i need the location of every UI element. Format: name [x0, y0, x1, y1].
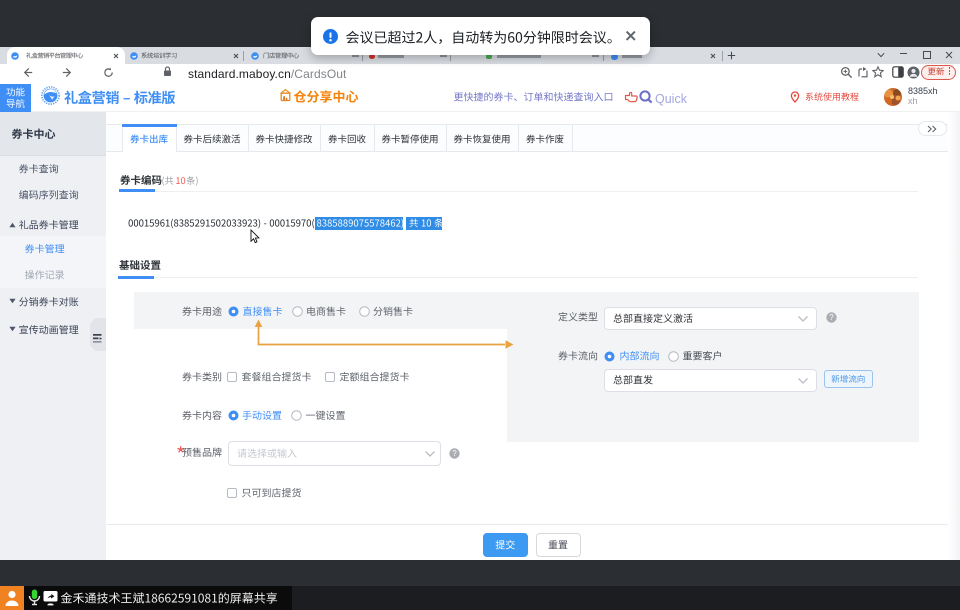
svg-text:?: ? [829, 313, 834, 322]
svg-text:?: ? [452, 449, 457, 458]
